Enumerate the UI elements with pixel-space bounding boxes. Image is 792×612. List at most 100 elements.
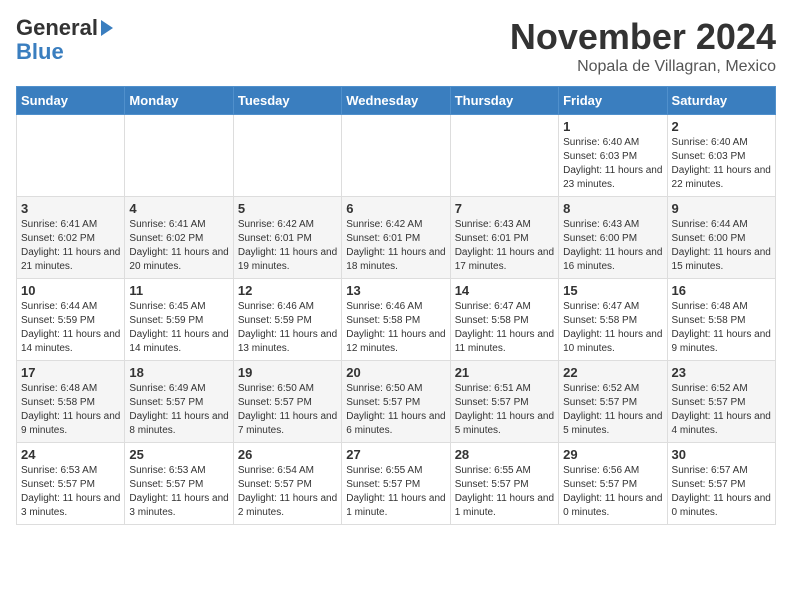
- day-number: 28: [455, 447, 554, 462]
- day-info: Sunrise: 6:51 AM Sunset: 5:57 PM Dayligh…: [455, 382, 554, 438]
- column-header-saturday: Saturday: [667, 87, 775, 115]
- calendar-cell: 8 Sunrise: 6:43 AM Sunset: 6:00 PM Daylig…: [559, 197, 667, 279]
- calendar-cell: 22Sunrise: 6:52 AM Sunset: 5:57 PM Dayli…: [559, 361, 667, 443]
- column-header-wednesday: Wednesday: [342, 87, 450, 115]
- calendar-cell: 25 Sunrise: 6:53 AM Sunset: 5:57 PM Dayli…: [125, 443, 233, 525]
- day-info: Sunrise: 6:43 AM Sunset: 6:00 PM Dayligh…: [563, 218, 662, 274]
- day-info: Sunrise: 6:52 AM Sunset: 5:57 PM Dayligh…: [672, 382, 771, 438]
- calendar-cell: [450, 115, 558, 197]
- calendar-week-row: 24 Sunrise: 6:53 AM Sunset: 5:57 PM Dayli…: [17, 443, 776, 525]
- calendar-cell: [342, 115, 450, 197]
- calendar-cell: 18 Sunrise: 6:49 AM Sunset: 5:57 PM Dayli…: [125, 361, 233, 443]
- calendar-cell: 11 Sunrise: 6:45 AM Sunset: 5:59 PM Dayli…: [125, 279, 233, 361]
- column-header-tuesday: Tuesday: [233, 87, 341, 115]
- calendar-cell: [125, 115, 233, 197]
- calendar-cell: 29 Sunrise: 6:56 AM Sunset: 5:57 PM Dayli…: [559, 443, 667, 525]
- day-number: 25: [129, 447, 228, 462]
- calendar-cell: 27 Sunrise: 6:55 AM Sunset: 5:57 PM Dayli…: [342, 443, 450, 525]
- page-header: General Blue November 2024 Nopala de Vil…: [16, 16, 776, 76]
- month-title: November 2024: [510, 16, 776, 58]
- day-info: Sunrise: 6:48 AM Sunset: 5:58 PM Dayligh…: [21, 382, 120, 438]
- calendar-cell: 24 Sunrise: 6:53 AM Sunset: 5:57 PM Dayli…: [17, 443, 125, 525]
- day-info: Sunrise: 6:48 AM Sunset: 5:58 PM Dayligh…: [672, 300, 771, 356]
- day-info: Sunrise: 6:40 AM Sunset: 6:03 PM Dayligh…: [672, 136, 771, 192]
- calendar-cell: 5Sunrise: 6:42 AM Sunset: 6:01 PM Daylig…: [233, 197, 341, 279]
- logo: General Blue: [16, 16, 113, 64]
- day-info: Sunrise: 6:44 AM Sunset: 5:59 PM Dayligh…: [21, 300, 120, 356]
- day-info: Sunrise: 6:44 AM Sunset: 6:00 PM Dayligh…: [672, 218, 771, 274]
- day-info: Sunrise: 6:41 AM Sunset: 6:02 PM Dayligh…: [129, 218, 228, 274]
- calendar-cell: 23 Sunrise: 6:52 AM Sunset: 5:57 PM Dayli…: [667, 361, 775, 443]
- calendar-cell: [17, 115, 125, 197]
- column-header-thursday: Thursday: [450, 87, 558, 115]
- day-number: 9: [672, 201, 771, 216]
- column-header-sunday: Sunday: [17, 87, 125, 115]
- calendar-cell: 26 Sunrise: 6:54 AM Sunset: 5:57 PM Dayli…: [233, 443, 341, 525]
- calendar-week-row: 17 Sunrise: 6:48 AM Sunset: 5:58 PM Dayli…: [17, 361, 776, 443]
- day-info: Sunrise: 6:55 AM Sunset: 5:57 PM Dayligh…: [346, 464, 445, 520]
- day-info: Sunrise: 6:56 AM Sunset: 5:57 PM Dayligh…: [563, 464, 662, 520]
- calendar-cell: 14 Sunrise: 6:47 AM Sunset: 5:58 PM Dayli…: [450, 279, 558, 361]
- day-number: 1: [563, 119, 662, 134]
- column-header-monday: Monday: [125, 87, 233, 115]
- day-info: Sunrise: 6:54 AM Sunset: 5:57 PM Dayligh…: [238, 464, 337, 520]
- logo-blue: Blue: [16, 40, 113, 64]
- day-number: 2: [672, 119, 771, 134]
- day-info: Sunrise: 6:50 AM Sunset: 5:57 PM Dayligh…: [346, 382, 445, 438]
- calendar-cell: 4 Sunrise: 6:41 AM Sunset: 6:02 PM Daylig…: [125, 197, 233, 279]
- title-block: November 2024 Nopala de Villagran, Mexic…: [510, 16, 776, 76]
- day-number: 27: [346, 447, 445, 462]
- day-number: 30: [672, 447, 771, 462]
- day-number: 24: [21, 447, 120, 462]
- calendar-cell: 30 Sunrise: 6:57 AM Sunset: 5:57 PM Dayli…: [667, 443, 775, 525]
- day-number: 20: [346, 365, 445, 380]
- logo-general: General: [16, 16, 98, 40]
- day-info: Sunrise: 6:45 AM Sunset: 5:59 PM Dayligh…: [129, 300, 228, 356]
- day-info: Sunrise: 6:47 AM Sunset: 5:58 PM Dayligh…: [563, 300, 662, 356]
- location-title: Nopala de Villagran, Mexico: [510, 58, 776, 76]
- day-number: 3: [21, 201, 120, 216]
- day-info: Sunrise: 6:50 AM Sunset: 5:57 PM Dayligh…: [238, 382, 337, 438]
- day-number: 14: [455, 283, 554, 298]
- day-info: Sunrise: 6:46 AM Sunset: 5:59 PM Dayligh…: [238, 300, 337, 356]
- day-number: 22: [563, 365, 662, 380]
- day-info: Sunrise: 6:53 AM Sunset: 5:57 PM Dayligh…: [21, 464, 120, 520]
- calendar-cell: [233, 115, 341, 197]
- calendar-cell: 7Sunrise: 6:43 AM Sunset: 6:01 PM Daylig…: [450, 197, 558, 279]
- column-header-friday: Friday: [559, 87, 667, 115]
- calendar-week-row: 3 Sunrise: 6:41 AM Sunset: 6:02 PM Daylig…: [17, 197, 776, 279]
- calendar-week-row: 10Sunrise: 6:44 AM Sunset: 5:59 PM Dayli…: [17, 279, 776, 361]
- calendar-cell: 19Sunrise: 6:50 AM Sunset: 5:57 PM Dayli…: [233, 361, 341, 443]
- day-number: 8: [563, 201, 662, 216]
- day-number: 17: [21, 365, 120, 380]
- day-info: Sunrise: 6:49 AM Sunset: 5:57 PM Dayligh…: [129, 382, 228, 438]
- day-number: 15: [563, 283, 662, 298]
- calendar-cell: 21 Sunrise: 6:51 AM Sunset: 5:57 PM Dayli…: [450, 361, 558, 443]
- day-number: 23: [672, 365, 771, 380]
- day-number: 21: [455, 365, 554, 380]
- day-number: 16: [672, 283, 771, 298]
- day-number: 12: [238, 283, 337, 298]
- day-number: 4: [129, 201, 228, 216]
- day-info: Sunrise: 6:46 AM Sunset: 5:58 PM Dayligh…: [346, 300, 445, 356]
- day-number: 7: [455, 201, 554, 216]
- day-number: 11: [129, 283, 228, 298]
- day-info: Sunrise: 6:40 AM Sunset: 6:03 PM Dayligh…: [563, 136, 662, 192]
- day-number: 18: [129, 365, 228, 380]
- day-number: 29: [563, 447, 662, 462]
- day-number: 6: [346, 201, 445, 216]
- calendar-cell: 3Sunrise: 6:41 AM Sunset: 6:02 PM Daylig…: [17, 197, 125, 279]
- day-number: 13: [346, 283, 445, 298]
- day-info: Sunrise: 6:47 AM Sunset: 5:58 PM Dayligh…: [455, 300, 554, 356]
- calendar-cell: 17 Sunrise: 6:48 AM Sunset: 5:58 PM Dayli…: [17, 361, 125, 443]
- day-info: Sunrise: 6:55 AM Sunset: 5:57 PM Dayligh…: [455, 464, 554, 520]
- day-number: 26: [238, 447, 337, 462]
- calendar-cell: 6Sunrise: 6:42 AM Sunset: 6:01 PM Daylig…: [342, 197, 450, 279]
- logo-arrow-icon: [101, 20, 113, 36]
- day-info: Sunrise: 6:53 AM Sunset: 5:57 PM Dayligh…: [129, 464, 228, 520]
- day-info: Sunrise: 6:57 AM Sunset: 5:57 PM Dayligh…: [672, 464, 771, 520]
- calendar-cell: 2 Sunrise: 6:40 AM Sunset: 6:03 PM Daylig…: [667, 115, 775, 197]
- calendar-cell: 9 Sunrise: 6:44 AM Sunset: 6:00 PM Daylig…: [667, 197, 775, 279]
- calendar-cell: 28 Sunrise: 6:55 AM Sunset: 5:57 PM Dayli…: [450, 443, 558, 525]
- calendar-cell: 15 Sunrise: 6:47 AM Sunset: 5:58 PM Dayli…: [559, 279, 667, 361]
